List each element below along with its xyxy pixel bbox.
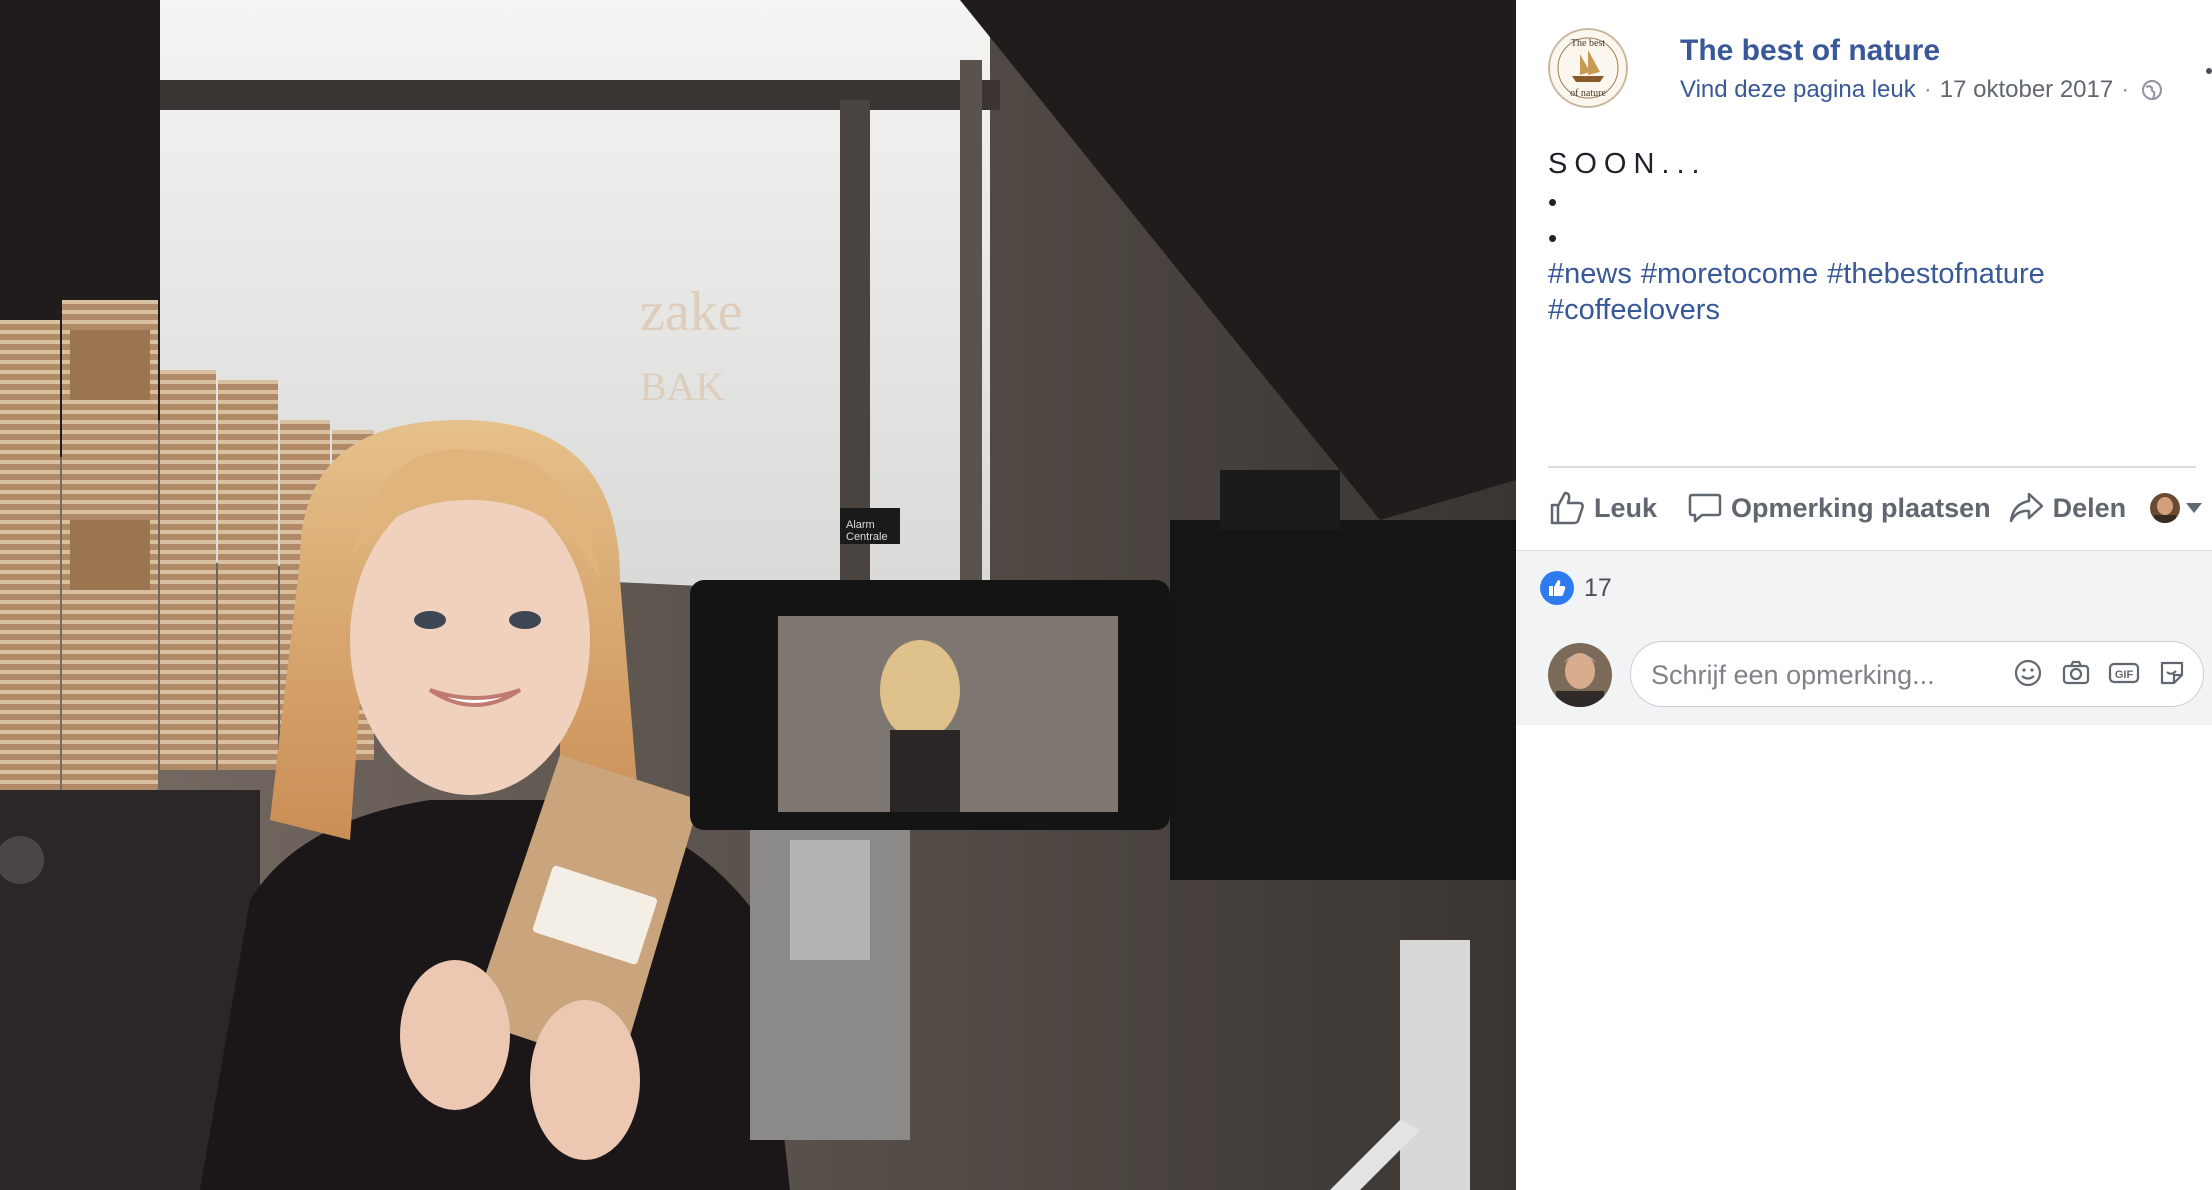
like-button[interactable]: Leuk xyxy=(1548,489,1657,527)
hashtag-coffeelovers[interactable]: #coffeelovers xyxy=(1548,292,1720,328)
svg-text:BAK: BAK xyxy=(640,364,725,409)
divider xyxy=(1548,466,2196,468)
hashtag-thebestofnature[interactable]: #thebestofnature xyxy=(1827,256,2045,292)
emoji-icon[interactable] xyxy=(2011,656,2045,690)
bullet-line: • xyxy=(1548,223,1558,253)
hashtag-list: #news #moretocome #thebestofnature #coff… xyxy=(1548,256,2188,328)
post-photo[interactable]: zake BAK Alarm Centrale xyxy=(0,0,1516,1190)
bullet-line: • xyxy=(1548,187,1558,217)
gif-icon[interactable]: GIF xyxy=(2107,656,2141,690)
comment-button[interactable]: Opmerking plaatsen xyxy=(1687,490,1991,526)
page-avatar-top-text: The best xyxy=(1571,38,1605,49)
post-photo-image: zake BAK Alarm Centrale xyxy=(0,0,1516,1190)
comment-composer: GIF xyxy=(1548,641,2204,711)
meta-separator: · xyxy=(2121,76,2130,103)
share-label: Delen xyxy=(2052,492,2127,523)
share-arrow-icon xyxy=(2007,490,2045,526)
avatar xyxy=(2150,493,2181,523)
page-avatar-bottom-text: of nature xyxy=(1570,88,1606,99)
camera-icon[interactable] xyxy=(2059,656,2093,690)
like-reaction-icon xyxy=(1540,571,1574,605)
like-label: Leuk xyxy=(1594,492,1658,523)
chevron-down-icon xyxy=(2186,503,2203,513)
comment-label: Opmerking plaatsen xyxy=(1731,492,1991,523)
post-message: SOON... • • #news #moretocome #thebestof… xyxy=(1548,146,2188,328)
post-date[interactable]: 17 oktober 2017 xyxy=(1940,76,2113,104)
comment-input[interactable] xyxy=(1649,654,1993,696)
hashtag-moretocome[interactable]: #moretocome xyxy=(1641,256,1818,292)
meta-separator: · xyxy=(1923,76,1932,103)
ellipsis-icon[interactable] xyxy=(2202,56,2212,86)
share-button[interactable]: Delen xyxy=(2007,490,2127,526)
comment-box: GIF xyxy=(1630,641,2204,707)
reaction-summary[interactable]: 17 xyxy=(1540,571,1612,605)
thumbs-up-icon xyxy=(1548,489,1586,527)
svg-text:Centrale: Centrale xyxy=(846,531,888,543)
sticker-icon[interactable] xyxy=(2155,656,2189,690)
reaction-count: 17 xyxy=(1584,573,1612,602)
globe-icon xyxy=(2141,79,2163,101)
avatar[interactable] xyxy=(1548,643,1612,707)
comment-tools: GIF xyxy=(2011,656,2189,690)
post-header: The best of nature The best of nature Vi… xyxy=(1548,26,2212,112)
svg-text:Alarm: Alarm xyxy=(846,519,875,531)
svg-text:zake: zake xyxy=(640,281,743,343)
reactions-and-comments: 17 Schrijf een opmerking... GIF xyxy=(1516,550,2212,725)
post-meta: Vind deze pagina leuk · 17 oktober 2017 … xyxy=(1680,76,2163,104)
post-sidebar: The best of nature The best of nature Vi… xyxy=(1516,0,2212,1190)
page-avatar[interactable]: The best of nature xyxy=(1548,28,1628,108)
audience-selector[interactable] xyxy=(2150,493,2203,523)
post-action-bar: Leuk Opmerking plaatsen Delen xyxy=(1548,478,2212,538)
speech-bubble-icon xyxy=(1687,490,1723,526)
page-name-link[interactable]: The best of nature xyxy=(1680,34,1940,68)
hashtag-news[interactable]: #news xyxy=(1548,256,1632,292)
svg-text:GIF: GIF xyxy=(2115,669,2134,681)
post-headline: SOON... xyxy=(1548,148,1707,180)
like-page-link[interactable]: Vind deze pagina leuk xyxy=(1680,76,1916,104)
